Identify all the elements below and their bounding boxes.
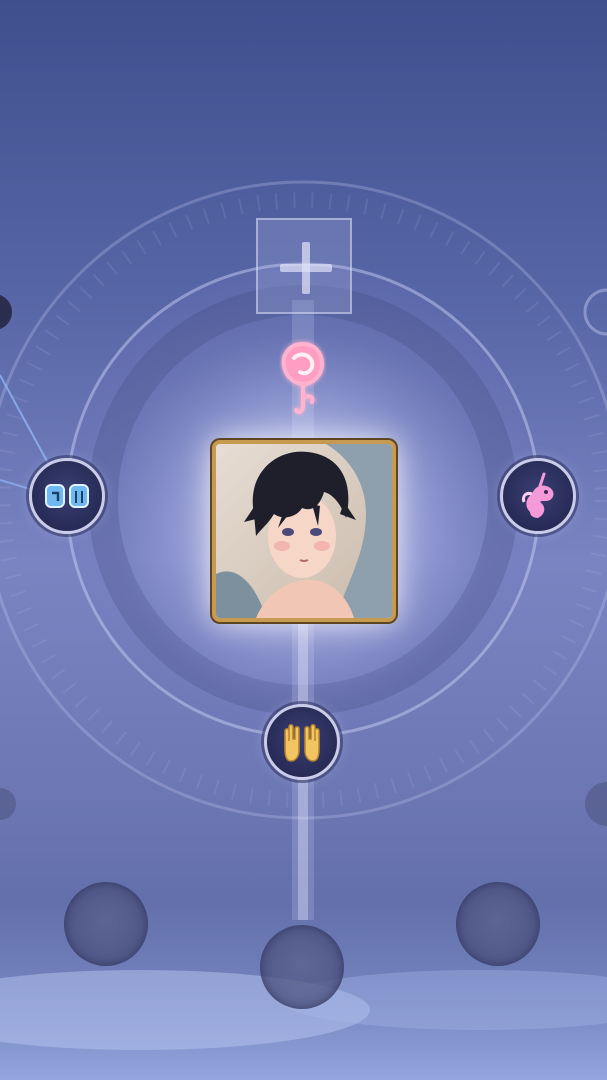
- unicorn-node[interactable]: [500, 458, 576, 534]
- locked-slot-bottom-right[interactable]: [456, 882, 540, 966]
- unicorn-icon: [522, 472, 554, 518]
- locked-slot-bottom-left[interactable]: [64, 882, 148, 966]
- fist-bump-icon: [45, 484, 89, 508]
- rose-icon[interactable]: [272, 336, 334, 424]
- raised-hands-node[interactable]: [264, 704, 340, 780]
- raised-hands-icon: [284, 724, 320, 762]
- locked-slot-bottom-center[interactable]: [260, 925, 344, 1009]
- character-portrait[interactable]: [212, 440, 396, 622]
- character-portrait-image: [216, 444, 392, 618]
- fist-bump-node[interactable]: [29, 458, 105, 534]
- add-character-slot[interactable]: [256, 218, 352, 314]
